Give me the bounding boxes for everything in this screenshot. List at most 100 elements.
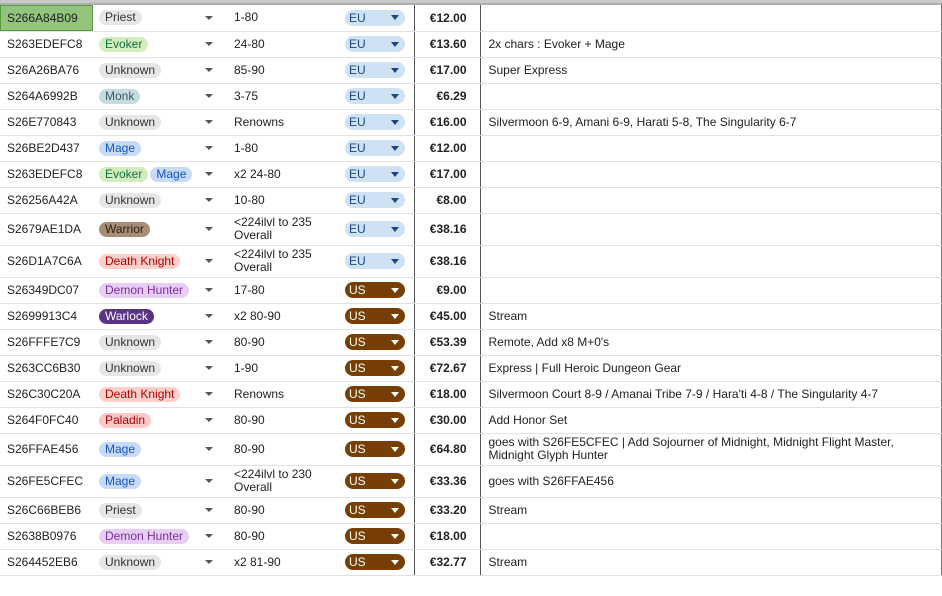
order-id-cell[interactable]: S264452EB6	[0, 549, 93, 576]
level-range-cell[interactable]: Renowns	[221, 109, 335, 136]
note-cell[interactable]	[480, 277, 942, 304]
dropdown-arrow-icon[interactable]	[205, 340, 213, 344]
order-id-cell[interactable]: S264F0FC40	[0, 407, 93, 434]
class-dropdown-cell[interactable]: Unknown	[93, 549, 221, 576]
region-cell[interactable]: EU	[335, 135, 415, 162]
class-dropdown-cell[interactable]: Mage	[93, 135, 221, 162]
region-dropdown[interactable]: US	[345, 412, 405, 428]
dropdown-arrow-icon[interactable]	[205, 42, 213, 46]
note-cell[interactable]	[480, 523, 942, 550]
level-range-cell[interactable]: <224ilvl to 235 Overall	[221, 245, 335, 278]
dropdown-arrow-icon[interactable]	[205, 447, 213, 451]
note-cell[interactable]	[480, 5, 942, 32]
dropdown-arrow-icon[interactable]	[205, 314, 213, 318]
price-cell[interactable]: €13.60	[414, 31, 481, 58]
price-cell[interactable]: €8.00	[414, 187, 481, 214]
dropdown-arrow-icon[interactable]	[205, 392, 213, 396]
note-cell[interactable]: Remote, Add x8 M+0's	[480, 329, 942, 356]
level-range-cell[interactable]: 80-90	[221, 433, 335, 466]
class-dropdown-cell[interactable]: Warlock	[93, 303, 221, 330]
price-cell[interactable]: €17.00	[414, 161, 481, 188]
region-dropdown[interactable]: EU	[345, 88, 405, 104]
region-dropdown[interactable]: US	[345, 386, 405, 402]
note-cell[interactable]: Add Honor Set	[480, 407, 942, 434]
class-dropdown-cell[interactable]: Death Knight	[93, 381, 221, 408]
order-id-cell[interactable]: S26D1A7C6A	[0, 245, 93, 278]
note-cell[interactable]: Silvermoon 6-9, Amani 6-9, Harati 5-8, T…	[480, 109, 942, 136]
level-range-cell[interactable]: x2 81-90	[221, 549, 335, 576]
price-cell[interactable]: €64.80	[414, 433, 481, 466]
region-dropdown[interactable]: EU	[345, 140, 405, 156]
price-cell[interactable]: €45.00	[414, 303, 481, 330]
region-cell[interactable]: EU	[335, 5, 415, 32]
level-range-cell[interactable]: x2 24-80	[221, 161, 335, 188]
dropdown-arrow-icon[interactable]	[205, 227, 213, 231]
class-dropdown-cell[interactable]: Demon Hunter	[93, 277, 221, 304]
region-cell[interactable]: US	[335, 549, 415, 576]
dropdown-arrow-icon[interactable]	[205, 534, 213, 538]
order-id-cell[interactable]: S2679AE1DA	[0, 213, 93, 246]
region-dropdown[interactable]: EU	[345, 36, 405, 52]
region-cell[interactable]: EU	[335, 31, 415, 58]
level-range-cell[interactable]: Renowns	[221, 381, 335, 408]
level-range-cell[interactable]: 80-90	[221, 407, 335, 434]
note-cell[interactable]: 2x chars : Evoker + Mage	[480, 31, 942, 58]
price-cell[interactable]: €32.77	[414, 549, 481, 576]
note-cell[interactable]	[480, 213, 942, 246]
class-dropdown-cell[interactable]: Unknown	[93, 329, 221, 356]
level-range-cell[interactable]: 10-80	[221, 187, 335, 214]
note-cell[interactable]	[480, 135, 942, 162]
note-cell[interactable]: Stream	[480, 497, 942, 524]
region-dropdown[interactable]: US	[345, 334, 405, 350]
level-range-cell[interactable]: 3-75	[221, 83, 335, 110]
region-cell[interactable]: EU	[335, 187, 415, 214]
region-cell[interactable]: US	[335, 407, 415, 434]
note-cell[interactable]	[480, 245, 942, 278]
order-id-cell[interactable]: S26256A42A	[0, 187, 93, 214]
note-cell[interactable]: Stream	[480, 303, 942, 330]
order-id-cell[interactable]: S263EDEFC8	[0, 161, 93, 188]
region-dropdown[interactable]: US	[345, 528, 405, 544]
dropdown-arrow-icon[interactable]	[205, 68, 213, 72]
order-id-cell[interactable]: S26E770843	[0, 109, 93, 136]
order-id-cell[interactable]: S263EDEFC8	[0, 31, 93, 58]
level-range-cell[interactable]: 1-90	[221, 355, 335, 382]
class-dropdown-cell[interactable]: Paladin	[93, 407, 221, 434]
dropdown-arrow-icon[interactable]	[205, 94, 213, 98]
dropdown-arrow-icon[interactable]	[205, 418, 213, 422]
dropdown-arrow-icon[interactable]	[205, 366, 213, 370]
price-cell[interactable]: €38.16	[414, 245, 481, 278]
price-cell[interactable]: €33.20	[414, 497, 481, 524]
region-dropdown[interactable]: US	[345, 441, 405, 457]
price-cell[interactable]: €16.00	[414, 109, 481, 136]
note-cell[interactable]	[480, 187, 942, 214]
region-cell[interactable]: US	[335, 433, 415, 466]
level-range-cell[interactable]: <224ilvl to 230 Overall	[221, 465, 335, 498]
level-range-cell[interactable]: <224ilvl to 235 Overall	[221, 213, 335, 246]
order-id-cell[interactable]: S26FFFE7C9	[0, 329, 93, 356]
level-range-cell[interactable]: 80-90	[221, 329, 335, 356]
dropdown-arrow-icon[interactable]	[205, 120, 213, 124]
class-dropdown-cell[interactable]: Evoker	[93, 31, 221, 58]
region-cell[interactable]: EU	[335, 245, 415, 278]
dropdown-arrow-icon[interactable]	[205, 288, 213, 292]
price-cell[interactable]: €9.00	[414, 277, 481, 304]
price-cell[interactable]: €72.67	[414, 355, 481, 382]
price-cell[interactable]: €6.29	[414, 83, 481, 110]
price-cell[interactable]: €12.00	[414, 5, 481, 32]
region-dropdown[interactable]: US	[345, 308, 405, 324]
level-range-cell[interactable]: 1-80	[221, 5, 335, 32]
order-id-cell[interactable]: S26C30C20A	[0, 381, 93, 408]
dropdown-arrow-icon[interactable]	[205, 198, 213, 202]
region-dropdown[interactable]: US	[345, 473, 405, 489]
region-cell[interactable]: EU	[335, 57, 415, 84]
order-id-cell[interactable]: S26349DC07	[0, 277, 93, 304]
order-id-cell[interactable]: S266A84B09	[0, 5, 93, 32]
region-dropdown[interactable]: US	[345, 360, 405, 376]
region-dropdown[interactable]: EU	[345, 114, 405, 130]
price-cell[interactable]: €53.39	[414, 329, 481, 356]
class-dropdown-cell[interactable]: Death Knight	[93, 245, 221, 278]
class-dropdown-cell[interactable]: Priest	[93, 5, 221, 32]
region-dropdown[interactable]: EU	[345, 221, 405, 237]
level-range-cell[interactable]: 80-90	[221, 497, 335, 524]
